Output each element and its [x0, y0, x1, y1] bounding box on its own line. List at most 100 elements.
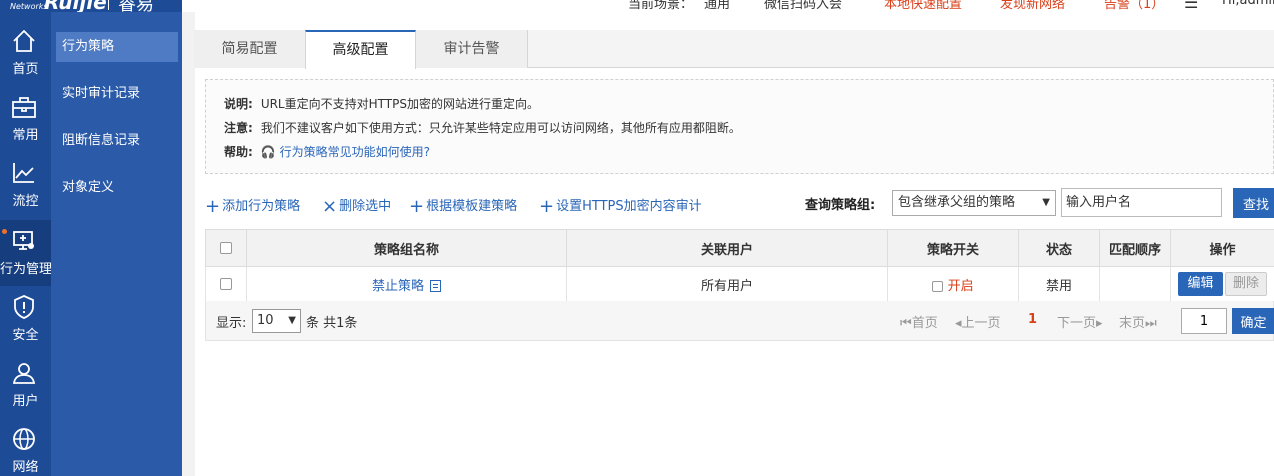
first-page-label: 首页 — [911, 316, 938, 331]
info-note-text: URL重定向不支持对HTTPS加密的网站进行重定向。 — [260, 97, 539, 111]
quick-config-link[interactable]: 本地快速配置 — [884, 0, 962, 12]
current-page[interactable]: 1 — [1028, 312, 1037, 327]
logo: Ruijie Networks 睿易 — [0, 0, 182, 12]
help-link[interactable]: 行为策略常见功能如何使用? — [280, 145, 430, 159]
template-policy-button[interactable]: + 根据模板建策略 — [409, 195, 517, 217]
user-greeting[interactable]: Hi,admin — [1222, 0, 1274, 8]
header-order[interactable]: 匹配顺序 — [1099, 229, 1171, 267]
headset-icon: 🎧 — [260, 145, 276, 159]
switch-label: 开启 — [947, 278, 974, 294]
rail-item-common[interactable]: 常用 — [0, 86, 51, 152]
switch-checkbox[interactable] — [932, 280, 944, 292]
plus-icon: + — [205, 196, 221, 217]
record-summary: 条 共1条 — [306, 316, 358, 331]
tab-audit-alarm[interactable]: 审计告警 — [416, 30, 528, 68]
rail-label: 安全 — [12, 328, 39, 343]
rail-item-behavior[interactable]: 行为管理 — [0, 220, 53, 286]
wechat-join-link[interactable]: 微信扫码入会 — [764, 0, 842, 12]
goto-page-input[interactable] — [1181, 308, 1227, 334]
page-size-select[interactable]: 10 ▼ — [252, 309, 301, 333]
rail-label: 行为管理 — [0, 262, 53, 277]
query-group-label: 查询策略组: — [805, 198, 876, 213]
rail-item-flow[interactable]: 流控 — [0, 152, 51, 218]
rail-label: 网络 — [12, 460, 39, 475]
first-page-button[interactable]: ⏮首页 — [900, 312, 938, 331]
last-page-button[interactable]: 末页⏭ — [1119, 312, 1157, 331]
globe-icon — [13, 428, 35, 450]
rail-item-users[interactable]: 用户 — [0, 352, 51, 418]
next-page-button[interactable]: 下一页▸ — [1057, 312, 1103, 331]
query-group-select[interactable]: 包含继承父组的策略 ▼ — [892, 190, 1056, 216]
header-ops: 操作 — [1170, 229, 1274, 267]
policy-table: 策略组名称 关联用户 策略开关 状态 匹配顺序 操作 禁止策略 所有用户 开启 … — [205, 229, 1274, 302]
template-policy-label: 根据模板建策略 — [426, 199, 518, 214]
delete-selected-button[interactable]: × 删除选中 — [322, 195, 391, 217]
select-all-checkbox[interactable] — [220, 242, 232, 254]
sub-sidebar: 行为策略 实时审计记录 阻断信息记录 对象定义 — [51, 0, 182, 476]
header-status: 状态 — [1018, 229, 1100, 267]
logo-product: 睿易 — [118, 0, 154, 12]
shield-icon — [14, 295, 34, 319]
https-audit-label: 设置HTTPS加密内容审计 — [556, 199, 702, 214]
row-checkbox[interactable] — [220, 278, 232, 290]
tab-simple-config[interactable]: 简易配置 — [194, 30, 306, 68]
tab-bar: 简易配置 高级配置 审计告警 — [194, 30, 1274, 69]
last-page-icon: ⏭ — [1145, 316, 1157, 331]
scene-value[interactable]: 通用 — [704, 0, 730, 12]
sidebar-item-audit-records[interactable]: 实时审计记录 — [56, 79, 178, 109]
row-users-cell: 所有用户 — [566, 266, 888, 302]
logo-sub: Networks — [10, 2, 48, 11]
last-page-label: 末页 — [1119, 316, 1146, 331]
info-note-label: 说明: — [224, 97, 253, 111]
row-switch-cell: 开启 — [887, 266, 1019, 302]
toolbox-icon — [12, 97, 36, 118]
query-group-value: 包含继承父组的策略 — [898, 195, 1016, 210]
notification-dot — [2, 229, 7, 234]
policy-name-link[interactable]: 禁止策略 — [372, 279, 424, 294]
rail-item-security[interactable]: 安全 — [0, 286, 51, 352]
info-box: 说明: URL重定向不支持对HTTPS加密的网站进行重定向。 注意: 我们不建议客户… — [205, 79, 1274, 174]
rail-label: 首页 — [12, 62, 39, 77]
menu-icon[interactable]: ☰ — [1184, 0, 1198, 12]
sidebar-item-block-records[interactable]: 阻断信息记录 — [56, 126, 178, 156]
sidebar-item-behavior-policy[interactable]: 行为策略 — [56, 32, 178, 62]
table-header-row: 策略组名称 关联用户 策略开关 状态 匹配顺序 操作 — [205, 229, 1274, 267]
user-icon — [12, 363, 36, 384]
prev-page-label: 上一页 — [961, 316, 1001, 331]
plus-icon: + — [409, 196, 425, 217]
info-note: 说明: URL重定向不支持对HTTPS加密的网站进行重定向。 — [224, 95, 539, 112]
alarm-link[interactable]: 告警（1） — [1104, 0, 1164, 12]
delete-button[interactable]: 删除 — [1225, 272, 1267, 296]
first-page-icon: ⏮ — [900, 316, 912, 331]
username-search-input[interactable] — [1061, 188, 1222, 217]
row-order-cell — [1099, 266, 1171, 302]
pagination: 显示: 10 ▼ 条 共1条 ⏮首页 ◂上一页 1 下一页▸ 末页⏭ 确定 — [205, 301, 1274, 341]
prev-page-button[interactable]: ◂上一页 — [955, 312, 1001, 331]
scene-label: 当前场景： — [628, 0, 694, 12]
edit-button[interactable]: 编辑 — [1178, 272, 1223, 296]
logo-brand: Ruijie — [44, 0, 107, 12]
add-policy-button[interactable]: + 添加行为策略 — [205, 195, 300, 217]
rail-item-home[interactable]: 首页 — [0, 20, 51, 86]
home-icon — [13, 29, 35, 52]
rail-item-network[interactable]: 网络 — [0, 418, 51, 476]
chevron-down-icon: ▼ — [1042, 197, 1050, 208]
page-size-value: 10 — [257, 313, 274, 328]
search-button[interactable]: 查找 — [1233, 188, 1274, 218]
next-page-icon: ▸ — [1096, 316, 1103, 331]
content-gutter — [182, 12, 195, 476]
goto-page-button[interactable]: 确定 — [1232, 308, 1274, 334]
new-network-link[interactable]: 发现新网络 — [1000, 0, 1065, 12]
header-select-all[interactable] — [205, 229, 247, 267]
table-row: 禁止策略 所有用户 开启 禁用 编辑 删除 — [205, 266, 1274, 302]
monitor-icon — [13, 231, 34, 250]
sidebar-item-object-definition[interactable]: 对象定义 — [56, 173, 178, 203]
https-audit-button[interactable]: + 设置HTTPS加密内容审计 — [539, 195, 702, 217]
rail-label: 常用 — [12, 128, 39, 143]
info-help: 帮助: 🎧 行为策略常见功能如何使用? — [224, 143, 430, 160]
delete-selected-label: 删除选中 — [339, 199, 392, 214]
tab-advanced-config[interactable]: 高级配置 — [305, 30, 416, 69]
document-icon[interactable] — [430, 279, 441, 292]
chevron-down-icon: ▼ — [288, 315, 296, 326]
rail-label: 流控 — [12, 194, 39, 209]
